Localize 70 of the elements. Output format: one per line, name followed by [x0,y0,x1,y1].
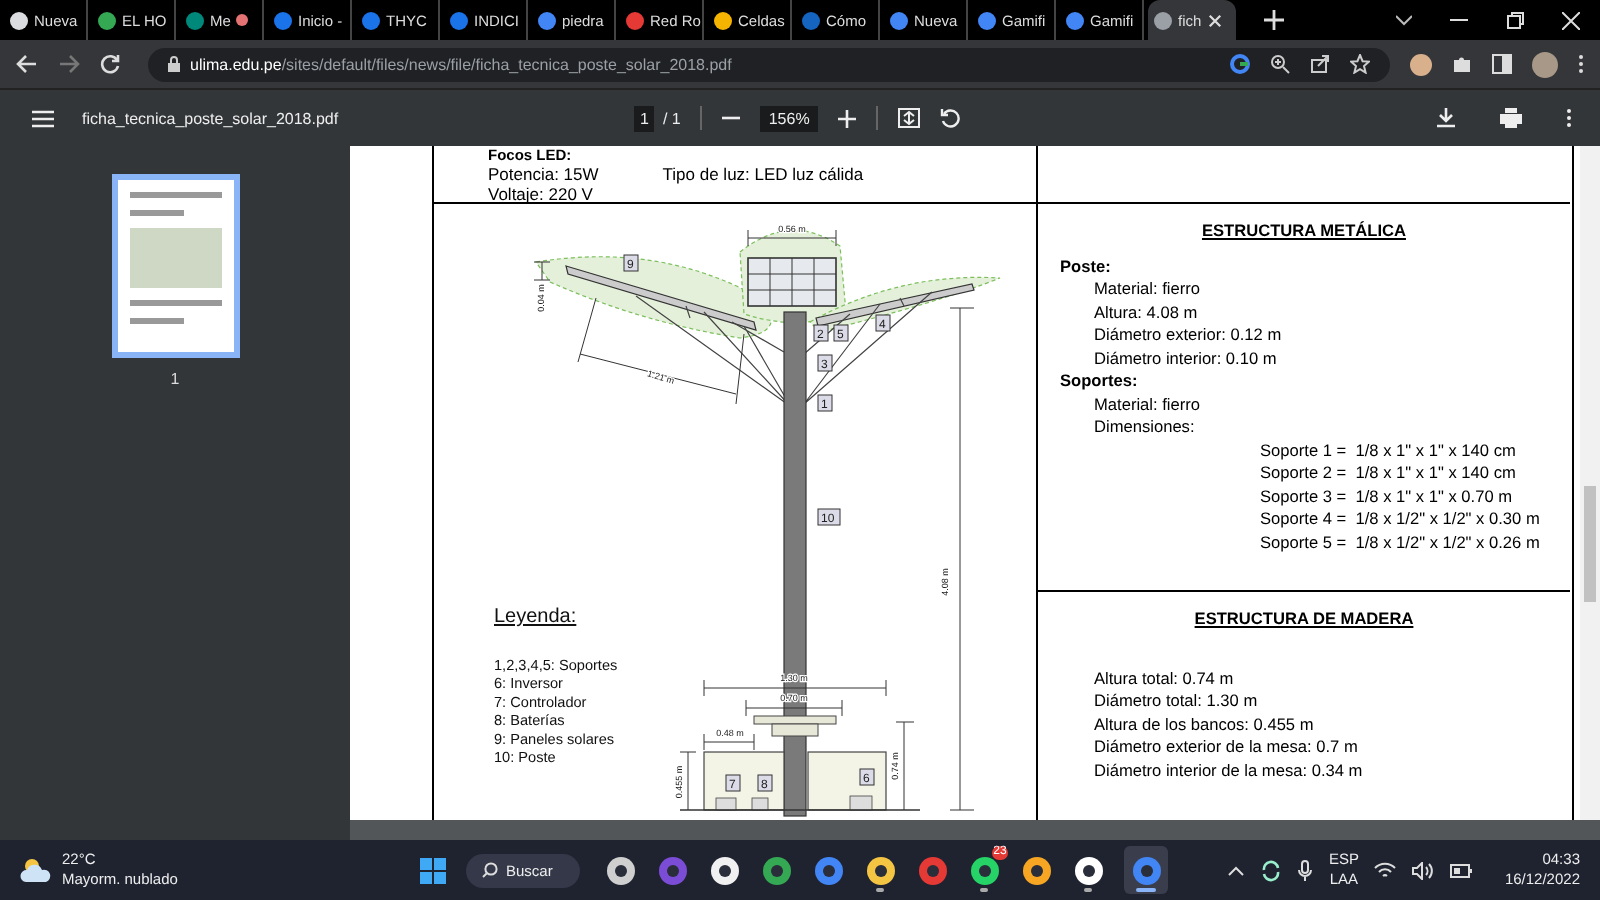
chevron-down-icon[interactable] [1396,14,1412,26]
forward-arrow-icon[interactable] [58,54,80,74]
wifi-icon[interactable] [1374,861,1397,879]
spec-text: Altura: 4.08 m [1092,301,1200,324]
download-icon[interactable] [1436,108,1456,128]
spec-text: Soporte 1 = 1/8 x 1" x 1" x 140 cm [1258,439,1518,462]
cloudy-weather-icon [20,856,52,884]
more-icon[interactable] [1566,108,1572,128]
microphone-icon[interactable] [1298,859,1313,881]
page-thumbnail-label: 1 [170,370,180,388]
spec-text: Diámetro interior: 0.10 m [1092,347,1279,370]
chevron-up-icon[interactable] [1228,865,1245,875]
scrollbar-thumb[interactable] [1584,486,1596,602]
spec-text: Soporte 4 = 1/8 x 1/2" x 1/2" x 0.30 m [1258,508,1542,531]
spec-text: Material: fierro [1092,393,1203,416]
page-number-field[interactable]: 1 [634,105,655,131]
spec-text: Dimensiones: [1092,416,1197,439]
restore-icon[interactable] [1506,11,1524,29]
spec-text: Diámetro exterior de la mesa: 0.7 m [1092,736,1360,759]
volume-icon[interactable] [1412,861,1435,879]
spec-text: Diámetro total: 1.30 m [1092,690,1260,713]
more-icon[interactable] [1578,54,1584,74]
fit-page-icon[interactable] [897,108,920,128]
zoom-icon[interactable] [1270,54,1290,74]
menu-icon[interactable] [32,109,54,127]
section-heading: Soportes: [1060,370,1140,393]
legend-title: Leyenda: [494,606,577,628]
zoom-in-icon[interactable] [837,109,856,127]
print-icon[interactable] [1500,108,1522,128]
page-thumbnail[interactable] [111,174,239,358]
new-tab-icon[interactable] [1264,10,1284,30]
star-icon[interactable] [1350,54,1370,74]
taskbar-app[interactable] [1124,846,1169,894]
section-heading: Poste: [1060,255,1113,278]
spec-text: Altura de los bancos: 0.455 m [1092,713,1316,736]
section-title: ESTRUCTURA METÁLICA [1201,220,1406,243]
side-panel-icon[interactable] [1492,54,1512,74]
url-path: /sites/default/files/news/file/ficha_tecnica_poste_solar_2018.pdf [281,55,732,73]
share-icon[interactable] [1310,54,1330,74]
search-icon [482,862,498,878]
profile-avatar-icon[interactable] [1532,51,1558,77]
close-icon[interactable] [1207,13,1222,27]
google-icon[interactable] [1230,54,1250,74]
close-icon[interactable] [1562,11,1580,29]
spec-text: Altura total: 0.74 m [1092,667,1236,690]
spec-text: Soporte 5 = 1/8 x 1/2" x 1/2" x 0.26 m [1258,531,1542,554]
page-total: / 1 [662,109,681,127]
sync-icon[interactable] [1260,859,1283,881]
spec-text: Tipo de luz: LED luz cálida [662,164,864,184]
rotate-icon[interactable] [939,108,960,128]
url-host: ulima.edu.pe [190,55,282,73]
minimize-icon[interactable] [1450,18,1468,22]
puzzle-icon[interactable] [1452,54,1472,74]
start-icon[interactable] [420,857,446,883]
spec-text: Diámetro interior de la mesa: 0.34 m [1092,759,1365,782]
spec-text: Soporte 3 = 1/8 x 1" x 1" x 0.70 m [1258,485,1515,508]
spec-text: Potencia: 15W [488,164,599,184]
spec-text: Material: fierro [1092,278,1203,301]
spec-text: Voltaje: 220 V [488,183,593,203]
spec-text: Soporte 2 = 1/8 x 1" x 1" x 140 cm [1258,462,1518,485]
reload-icon[interactable] [100,54,120,74]
address-bar[interactable]: ulima.edu.pe/sites/default/files/news/file/ficha_tecnica_poste_solar_2018.pdf [148,47,1390,81]
file-name: ficha_tecnica_poste_solar_2018.pdf [82,109,341,127]
battery-icon[interactable] [1450,863,1473,877]
section-title: ESTRUCTURA DE MADERA [1194,608,1414,631]
extension-avatar-icon[interactable] [1410,53,1432,75]
back-arrow-icon[interactable] [16,54,38,74]
lock-icon [168,56,180,72]
zoom-field[interactable]: 156% [760,105,818,131]
spec-text: Diámetro exterior: 0.12 m [1092,324,1284,347]
